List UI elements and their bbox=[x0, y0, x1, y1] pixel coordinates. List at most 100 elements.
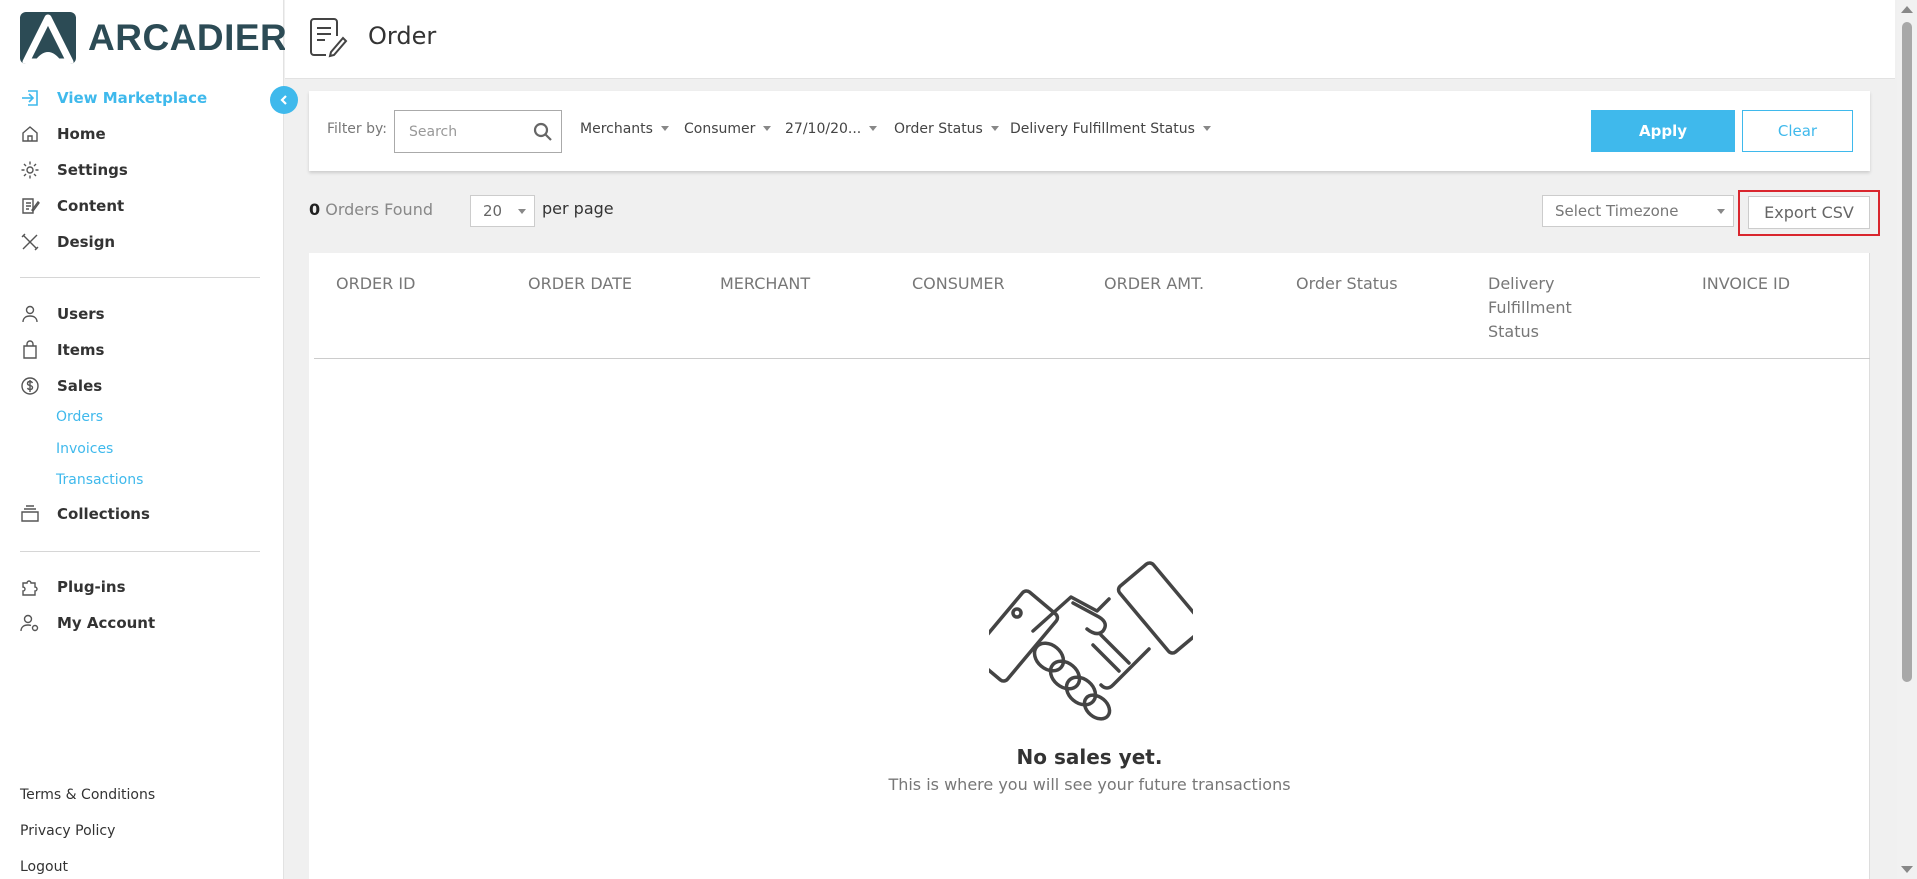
sidebar-subitem-transactions[interactable]: Transactions bbox=[56, 472, 143, 488]
date-filter[interactable]: 27/10/20... bbox=[785, 121, 878, 137]
privacy-link[interactable]: Privacy Policy bbox=[20, 823, 115, 839]
order-status-filter[interactable]: Order Status bbox=[894, 121, 999, 137]
order-document-icon bbox=[307, 16, 349, 58]
column-header-invoice-id[interactable]: INVOICE ID bbox=[1702, 272, 1790, 296]
apply-button[interactable]: Apply bbox=[1591, 110, 1735, 152]
timezone-select[interactable]: Select Timezone bbox=[1542, 195, 1734, 227]
sidebar-item-label: Collections bbox=[57, 505, 150, 523]
sidebar-item-content[interactable]: Content bbox=[20, 192, 124, 220]
caret-down-icon bbox=[660, 125, 669, 131]
arcadier-logo[interactable]: ARCADIER bbox=[20, 12, 287, 64]
sidebar-divider bbox=[20, 551, 260, 552]
caret-down-icon bbox=[1717, 209, 1725, 214]
sidebar-item-label: Plug-ins bbox=[57, 578, 126, 596]
search-box bbox=[394, 110, 562, 153]
column-header-delivery-status[interactable]: Delivery Fulfillment Status bbox=[1488, 272, 1588, 344]
collections-icon bbox=[20, 504, 40, 524]
sidebar: ARCADIER View Marketplace Home Settings bbox=[0, 0, 287, 879]
caret-down-icon bbox=[763, 125, 772, 131]
caret-down-icon bbox=[518, 209, 526, 214]
chevron-left-icon bbox=[280, 95, 287, 105]
column-header-merchant[interactable]: MERCHANT bbox=[720, 272, 810, 296]
arcadier-logo-mark bbox=[20, 12, 76, 64]
user-icon bbox=[20, 304, 40, 324]
terms-link[interactable]: Terms & Conditions bbox=[20, 787, 155, 803]
orders-found-count: 0 Orders Found bbox=[309, 200, 433, 219]
sidebar-item-my-account[interactable]: My Account bbox=[20, 609, 155, 637]
empty-state-subtitle: This is where you will see your future t… bbox=[888, 775, 1291, 794]
sidebar-divider bbox=[20, 277, 260, 278]
order-status-filter-label: Order Status bbox=[894, 121, 983, 137]
account-settings-icon bbox=[20, 613, 40, 633]
delivery-status-filter-label: Delivery Fulfillment Status bbox=[1010, 121, 1195, 137]
sidebar-item-items[interactable]: Items bbox=[20, 336, 104, 364]
page-header: Order bbox=[285, 0, 1895, 79]
scrollbar-thumb[interactable] bbox=[1902, 22, 1912, 682]
content-edit-icon bbox=[20, 196, 40, 216]
sidebar-subitem-invoices[interactable]: Invoices bbox=[56, 441, 113, 457]
sidebar-item-users[interactable]: Users bbox=[20, 300, 105, 328]
column-header-consumer[interactable]: CONSUMER bbox=[912, 272, 1005, 296]
page-scrollbar[interactable] bbox=[1897, 0, 1917, 879]
puzzle-icon bbox=[20, 577, 40, 597]
sidebar-item-design[interactable]: Design bbox=[20, 228, 115, 256]
column-header-order-id[interactable]: ORDER ID bbox=[336, 272, 415, 296]
search-icon[interactable] bbox=[533, 122, 553, 142]
column-header-order-status[interactable]: Order Status bbox=[1296, 272, 1398, 296]
consumer-filter-label: Consumer bbox=[684, 121, 756, 137]
sidebar-item-label: Settings bbox=[57, 161, 128, 179]
column-header-order-amount[interactable]: ORDER AMT. bbox=[1104, 272, 1204, 296]
sidebar-collapse-button[interactable] bbox=[270, 86, 298, 114]
sidebar-subitem-orders[interactable]: Orders bbox=[56, 409, 103, 425]
delivery-status-filter[interactable]: Delivery Fulfillment Status bbox=[1010, 121, 1211, 137]
export-csv-button[interactable]: Export CSV bbox=[1748, 196, 1870, 229]
empty-state-title: No sales yet. bbox=[1016, 745, 1163, 769]
per-page-label: per page bbox=[542, 199, 614, 218]
brand-name: ARCADIER bbox=[88, 17, 288, 58]
orders-table: ORDER ID ORDER DATE MERCHANT CONSUMER OR… bbox=[309, 253, 1870, 879]
gear-icon bbox=[20, 160, 40, 180]
sidebar-item-settings[interactable]: Settings bbox=[20, 156, 128, 184]
merchants-filter[interactable]: Merchants bbox=[580, 121, 669, 137]
sidebar-item-sales[interactable]: Sales bbox=[20, 372, 102, 400]
caret-down-icon bbox=[990, 125, 999, 131]
timezone-placeholder: Select Timezone bbox=[1555, 202, 1679, 220]
clear-button[interactable]: Clear bbox=[1742, 110, 1853, 152]
consumer-filter[interactable]: Consumer bbox=[684, 121, 772, 137]
caret-down-icon bbox=[869, 125, 878, 131]
handshake-icon bbox=[970, 553, 1206, 723]
design-tools-icon bbox=[20, 232, 40, 252]
orders-count: 0 bbox=[309, 200, 321, 219]
sidebar-item-view-marketplace[interactable]: View Marketplace bbox=[20, 84, 207, 112]
merchants-filter-label: Merchants bbox=[580, 121, 653, 137]
page-title: Order bbox=[368, 22, 437, 50]
search-input[interactable] bbox=[395, 111, 515, 152]
caret-down-icon bbox=[1202, 125, 1211, 131]
enter-icon bbox=[20, 88, 40, 108]
sidebar-item-label: View Marketplace bbox=[57, 89, 208, 107]
home-icon bbox=[20, 124, 40, 144]
logout-link[interactable]: Logout bbox=[20, 859, 68, 875]
table-header: ORDER ID ORDER DATE MERCHANT CONSUMER OR… bbox=[314, 253, 1870, 359]
per-page-select[interactable]: 20 bbox=[470, 195, 535, 227]
sidebar-item-label: Users bbox=[57, 305, 105, 323]
sidebar-item-label: Design bbox=[57, 233, 116, 251]
column-header-order-date[interactable]: ORDER DATE bbox=[528, 272, 632, 296]
filter-bar: Filter by: Merchants Consumer 27/10/20..… bbox=[309, 91, 1870, 171]
shopping-bag-icon bbox=[20, 340, 40, 360]
sidebar-item-label: Home bbox=[57, 125, 106, 143]
date-filter-label: 27/10/20... bbox=[785, 121, 862, 137]
sidebar-item-label: Sales bbox=[57, 377, 103, 395]
scroll-down-arrow-icon[interactable] bbox=[1901, 866, 1913, 873]
sidebar-item-label: Items bbox=[57, 341, 105, 359]
sidebar-item-label: Content bbox=[57, 197, 125, 215]
scroll-up-arrow-icon[interactable] bbox=[1901, 6, 1913, 13]
sidebar-item-home[interactable]: Home bbox=[20, 120, 106, 148]
per-page-value: 20 bbox=[483, 202, 503, 220]
filter-label: Filter by: bbox=[327, 121, 387, 137]
sidebar-item-collections[interactable]: Collections bbox=[20, 500, 150, 528]
sidebar-item-label: My Account bbox=[57, 614, 156, 632]
orders-found-label: Orders Found bbox=[325, 200, 433, 219]
sidebar-item-plugins[interactable]: Plug-ins bbox=[20, 573, 126, 601]
dollar-icon bbox=[20, 376, 40, 396]
